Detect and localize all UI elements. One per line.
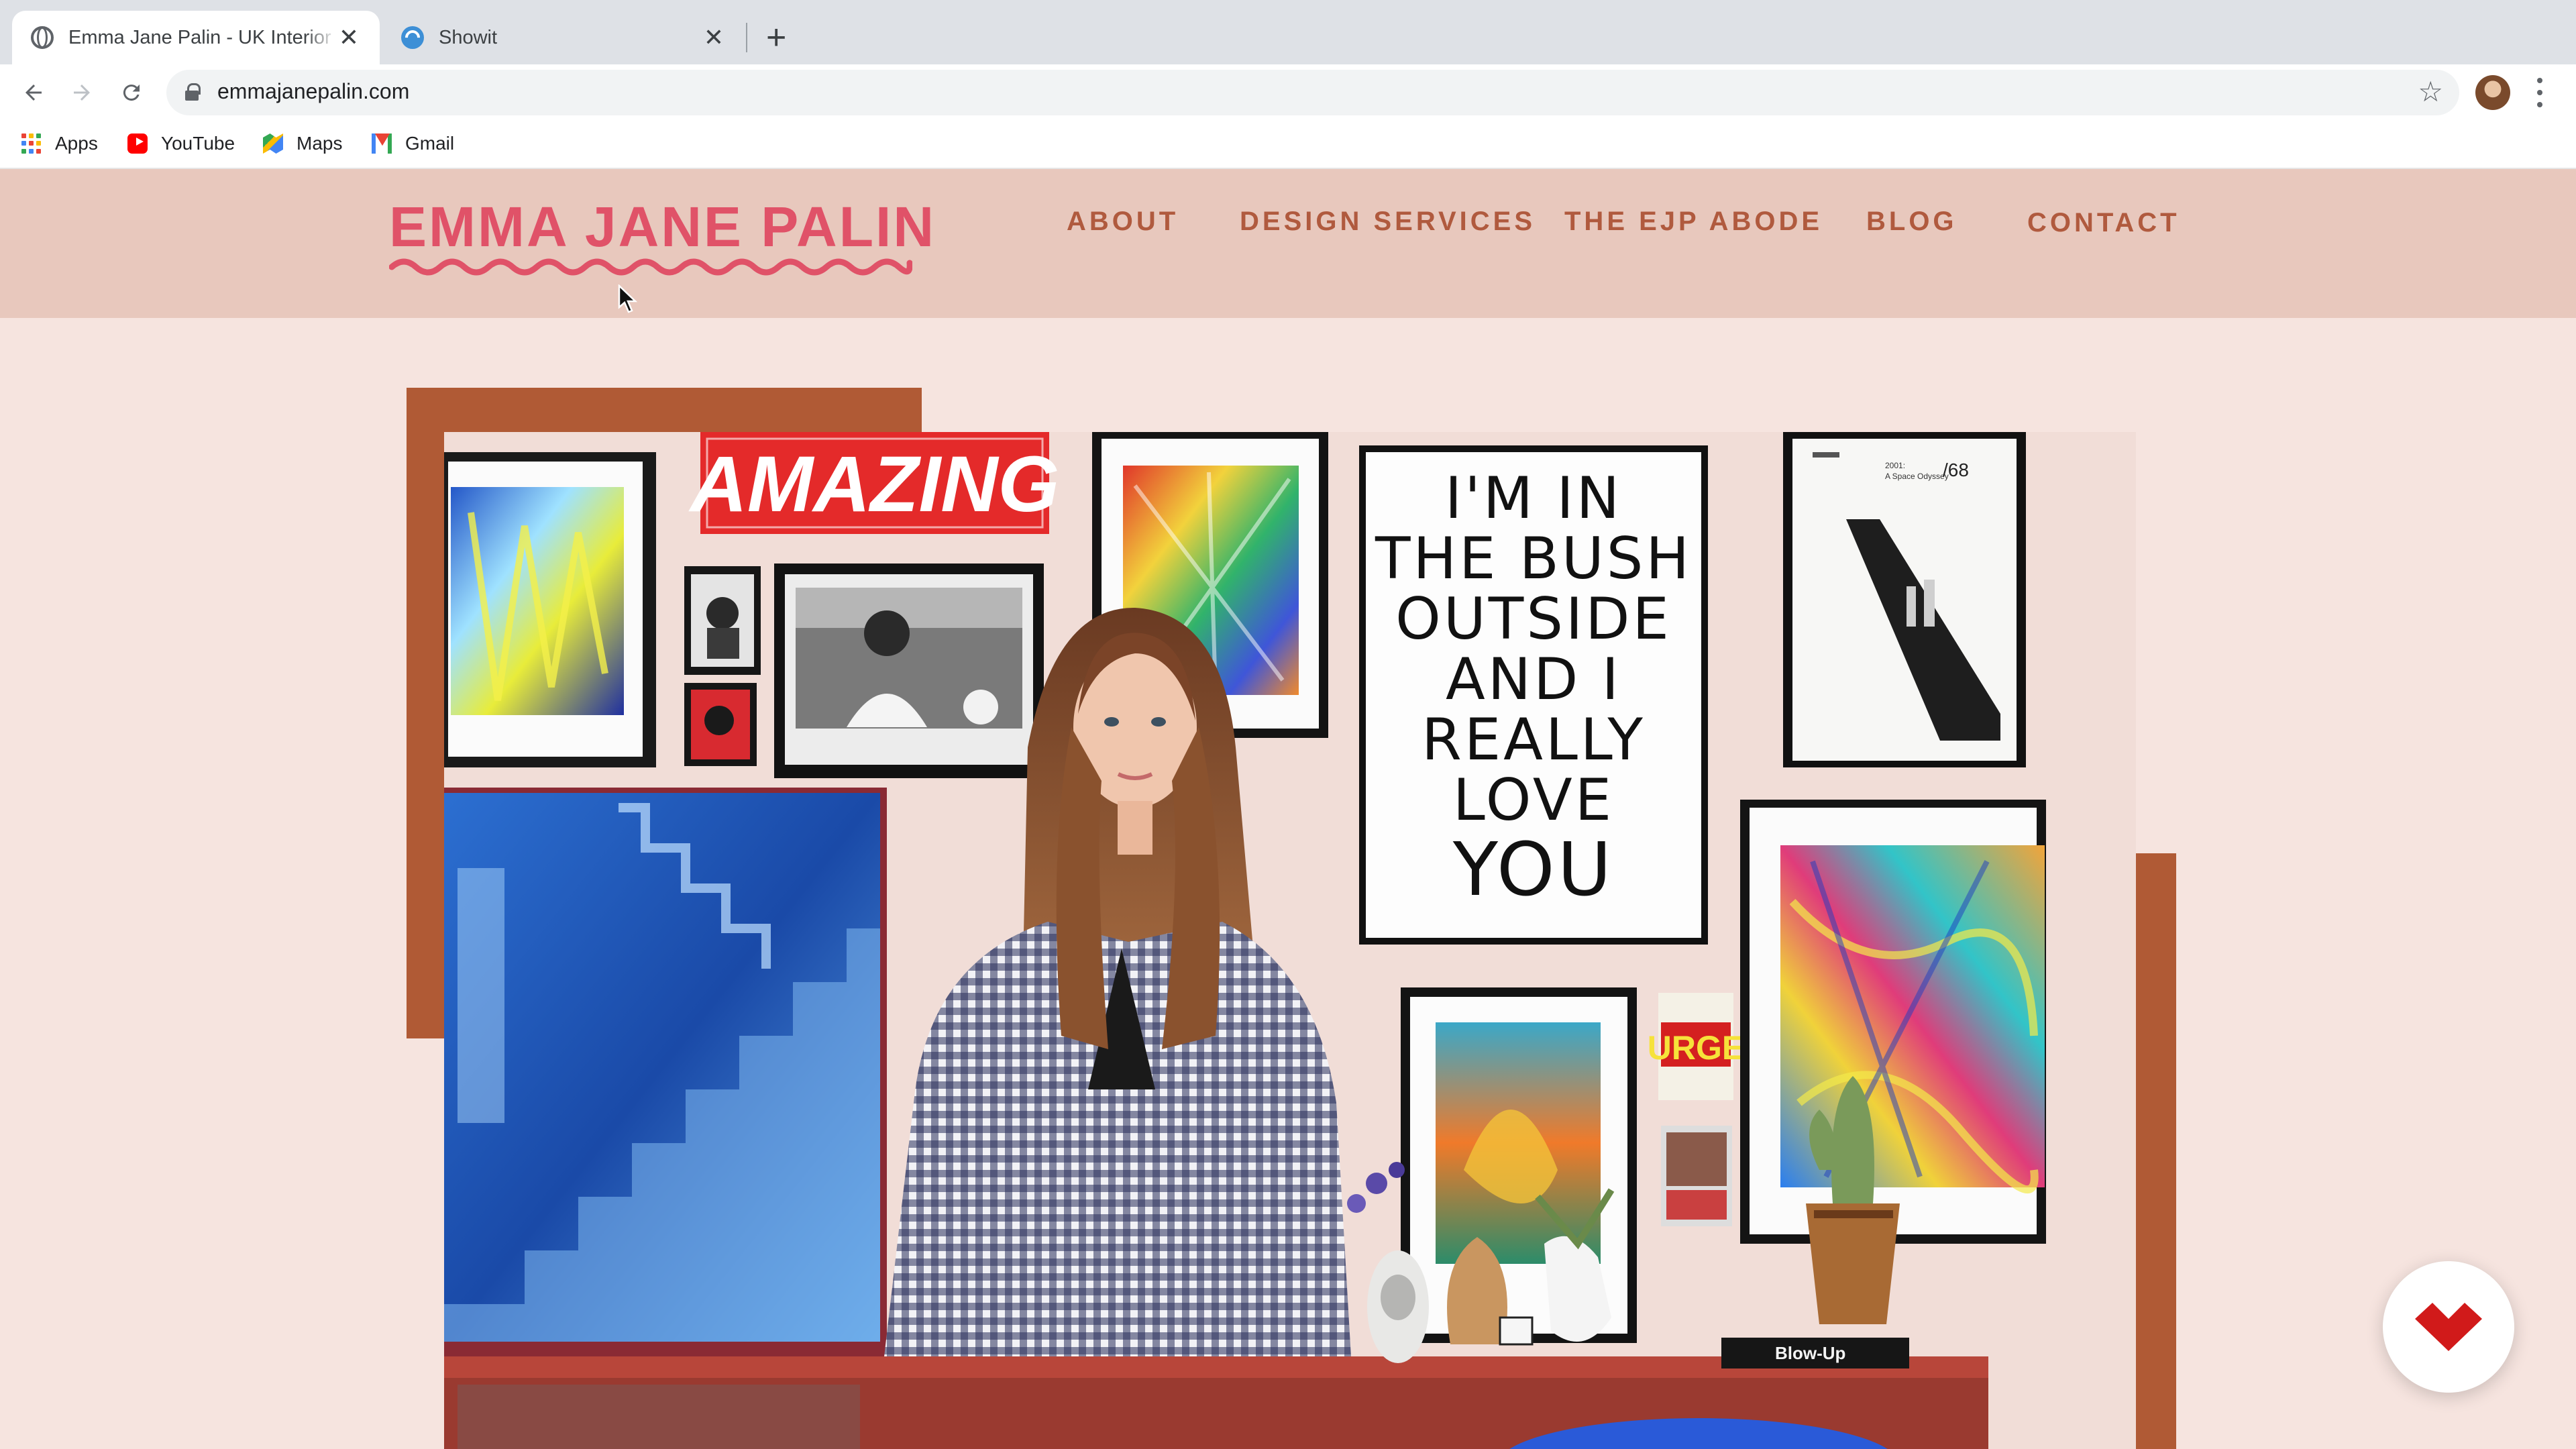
reload-button[interactable] [114, 75, 149, 110]
back-button[interactable] [16, 75, 51, 110]
back-arrow-icon [25, 85, 42, 101]
browser-toolbar: emmajanepalin.com ☆ [0, 64, 2576, 121]
heart-logo-icon [2415, 1303, 2482, 1351]
poster-line: I'M IN [1445, 465, 1622, 532]
urge-sign-text: URGE [1648, 1029, 1744, 1067]
site-header: EMMA JANE PALIN ABOUT DESIGN SERVICES TH… [0, 169, 2576, 318]
nav-design-services[interactable]: DESIGN SERVICES [1240, 207, 1536, 237]
poster-line: AND I [1446, 646, 1621, 713]
mouse-cursor-icon [618, 284, 637, 313]
apps-grid-icon [21, 133, 42, 154]
nav-blog[interactable]: BLOG [1866, 207, 1957, 237]
showit-icon [401, 26, 424, 49]
chat-badge-button[interactable] [2383, 1261, 2514, 1393]
poster-line: REALLY [1421, 706, 1646, 773]
lock-icon [185, 83, 201, 101]
nav-about[interactable]: ABOUT [1067, 207, 1179, 237]
tab-showit[interactable]: Showit ✕ [382, 11, 745, 64]
tab-divider [746, 23, 747, 52]
bookmark-label: Apps [55, 133, 98, 154]
maps-icon [263, 133, 283, 154]
youtube-icon [127, 133, 148, 154]
bookmark-label: YouTube [161, 133, 235, 154]
bookmark-star-icon[interactable]: ☆ [2418, 75, 2443, 108]
poster-line: OUTSIDE [1395, 586, 1672, 653]
address-bar[interactable]: emmajanepalin.com ☆ [166, 70, 2459, 115]
film-poster-subtitle: A Space Odyssey [1885, 472, 1949, 481]
gmail-icon [372, 133, 392, 154]
nav-contact[interactable]: CONTACT [2027, 208, 2180, 238]
reload-icon [123, 85, 140, 101]
site-logo[interactable]: EMMA JANE PALIN [389, 195, 936, 260]
logo-wave-underline [389, 258, 912, 276]
forward-arrow-icon [74, 85, 90, 101]
globe-icon [31, 26, 54, 49]
film-poster-title: 2001: [1885, 461, 1905, 470]
close-tab-icon[interactable]: ✕ [702, 25, 726, 50]
decorative-block-right [2133, 853, 2176, 1449]
new-tab-button[interactable]: + [766, 20, 786, 55]
bookmark-gmail[interactable]: Gmail [372, 133, 454, 154]
bookmark-label: Gmail [405, 133, 455, 154]
profile-avatar[interactable] [2475, 75, 2510, 110]
poster-line: THE BUSH [1375, 525, 1692, 592]
tab-title: Emma Jane Palin - UK Interior D [68, 26, 337, 48]
close-tab-icon[interactable]: ✕ [337, 25, 361, 50]
tab-emma-jane-palin[interactable]: Emma Jane Palin - UK Interior D ✕ [12, 11, 380, 64]
browser-menu-icon[interactable] [2536, 78, 2544, 107]
poster-line: LOVE [1453, 767, 1614, 834]
url-text: emmajanepalin.com [217, 79, 410, 103]
bookmark-label: Maps [297, 133, 343, 154]
amazing-sign-text: AMAZING [688, 440, 1060, 529]
book-title: Blow-Up [1775, 1343, 1845, 1363]
bookmark-youtube[interactable]: YouTube [127, 133, 235, 154]
browser-tab-strip: Emma Jane Palin - UK Interior D ✕ Showit… [0, 0, 2576, 64]
poster-line: YOU [1452, 826, 1614, 912]
nav-the-ejp-abode[interactable]: THE EJP ABODE [1564, 207, 1823, 237]
bookmark-maps[interactable]: Maps [263, 133, 342, 154]
bookmark-apps[interactable]: Apps [21, 133, 98, 154]
forward-button[interactable] [64, 75, 99, 110]
bookmarks-bar: Apps YouTube Maps Gmail [0, 121, 2576, 169]
tab-title: Showit [439, 26, 498, 48]
hero-photo: AMAZING I'M IN THE BUSH OUTSIDE AND I RE… [444, 432, 2136, 1449]
